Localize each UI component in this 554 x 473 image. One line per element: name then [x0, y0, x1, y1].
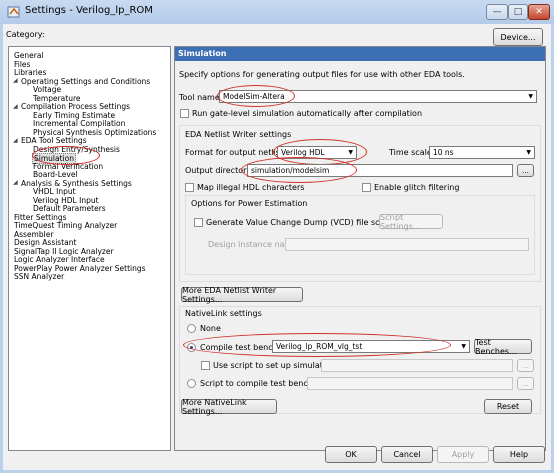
glitch-label: Enable glitch filtering	[374, 183, 460, 192]
ok-button[interactable]: OK	[325, 446, 377, 463]
settings-window: Settings - Verilog_lp_ROM — □ ✕ Category…	[0, 0, 554, 473]
script-settings-button[interactable]: Script Settings...	[379, 213, 443, 231]
chevron-down-icon: ▼	[461, 343, 466, 350]
category-label: Category:	[6, 30, 45, 39]
cancel-button[interactable]: Cancel	[381, 446, 433, 463]
expand-triangle-icon[interactable]: ◢	[13, 103, 18, 110]
compile-tb-dropdown[interactable]: Verilog_lp_ROM_vlg_tst ▼	[272, 340, 470, 353]
simulation-panel: Simulation Specify options for generatin…	[174, 46, 546, 451]
vcd-checkbox[interactable]	[194, 218, 203, 227]
title-bar: Settings - Verilog_lp_ROM — □ ✕	[0, 0, 554, 24]
reset-button[interactable]: Reset	[484, 399, 532, 414]
timescale-value: 10 ns	[433, 148, 454, 157]
panel-description: Specify options for generating output fi…	[179, 70, 465, 79]
use-script-checkbox[interactable]	[201, 361, 210, 370]
tool-name-value: ModelSim-Altera	[223, 92, 285, 101]
outdir-browse-button[interactable]: ...	[517, 164, 534, 177]
use-script-browse-button[interactable]: ...	[517, 359, 534, 372]
more-eda-button[interactable]: More EDA Netlist Writer Settings...	[181, 286, 303, 304]
use-script-label: Use script to set up simulation:	[213, 361, 338, 370]
expand-triangle-icon[interactable]: ◢	[13, 179, 18, 186]
outdir-input[interactable]: simulation/modelsim	[247, 164, 513, 177]
map-illegal-label: Map illegal HDL characters	[197, 183, 305, 192]
chevron-down-icon: ▼	[528, 93, 533, 100]
glitch-checkbox[interactable]	[362, 183, 371, 192]
format-label: Format for output netlist:	[185, 148, 286, 157]
test-benches-button[interactable]: Test Benches...	[474, 338, 532, 356]
compile-tb-label: Compile test bench:	[200, 343, 281, 352]
tool-name-dropdown[interactable]: ModelSim-Altera ▼	[219, 90, 537, 103]
instance-input[interactable]	[285, 238, 529, 251]
script-compile-radio[interactable]	[187, 379, 196, 388]
device-button[interactable]: Device...	[493, 28, 543, 46]
tree-item-ssn-analyzer[interactable]: SSN Analyzer	[14, 272, 64, 281]
help-button[interactable]: Help	[493, 446, 545, 463]
timescale-dropdown[interactable]: 10 ns ▼	[429, 146, 535, 159]
category-tree[interactable]: General Files Libraries ◢ Operating Sett…	[8, 46, 171, 451]
expand-triangle-icon[interactable]: ◢	[13, 137, 18, 144]
nativelink-title: NativeLink settings	[185, 309, 262, 318]
panel-header: Simulation	[175, 47, 545, 61]
run-gate-checkbox[interactable]	[180, 109, 189, 118]
maximize-icon[interactable]: □	[508, 4, 528, 20]
more-nativelink-button[interactable]: More NativeLink Settings...	[181, 398, 277, 416]
format-value: Verilog HDL	[281, 148, 325, 157]
none-radio[interactable]	[187, 324, 196, 333]
chevron-down-icon: ▼	[526, 149, 531, 156]
tool-name-label: Tool name:	[179, 93, 223, 102]
dialog-client: Category: Device... General Files Librar…	[3, 24, 551, 470]
compile-tb-radio[interactable]	[187, 343, 196, 352]
script-compile-input[interactable]	[307, 377, 513, 390]
minimize-icon[interactable]: —	[486, 4, 508, 20]
window-title: Settings - Verilog_lp_ROM	[25, 5, 153, 16]
script-compile-label: Script to compile test bench:	[200, 379, 316, 388]
use-script-input[interactable]	[321, 359, 513, 372]
none-label: None	[200, 324, 221, 333]
vcd-label: Generate Value Change Dump (VCD) file sc…	[206, 218, 394, 227]
format-dropdown[interactable]: Verilog HDL ▼	[277, 146, 357, 159]
compile-tb-value: Verilog_lp_ROM_vlg_tst	[276, 342, 363, 351]
timescale-label: Time scale:	[389, 148, 435, 157]
expand-triangle-icon[interactable]: ◢	[13, 77, 18, 84]
script-compile-browse-button[interactable]: ...	[517, 377, 534, 390]
apply-button[interactable]: Apply	[437, 446, 489, 463]
close-icon[interactable]: ✕	[528, 4, 550, 20]
run-gate-label: Run gate-level simulation automatically …	[192, 109, 423, 118]
eda-group-title: EDA Netlist Writer settings	[185, 130, 292, 139]
chevron-down-icon: ▼	[348, 149, 353, 156]
map-illegal-checkbox[interactable]	[185, 183, 194, 192]
outdir-label: Output directory:	[185, 166, 254, 175]
power-group-title: Options for Power Estimation	[191, 199, 308, 208]
settings-app-icon	[7, 6, 20, 18]
